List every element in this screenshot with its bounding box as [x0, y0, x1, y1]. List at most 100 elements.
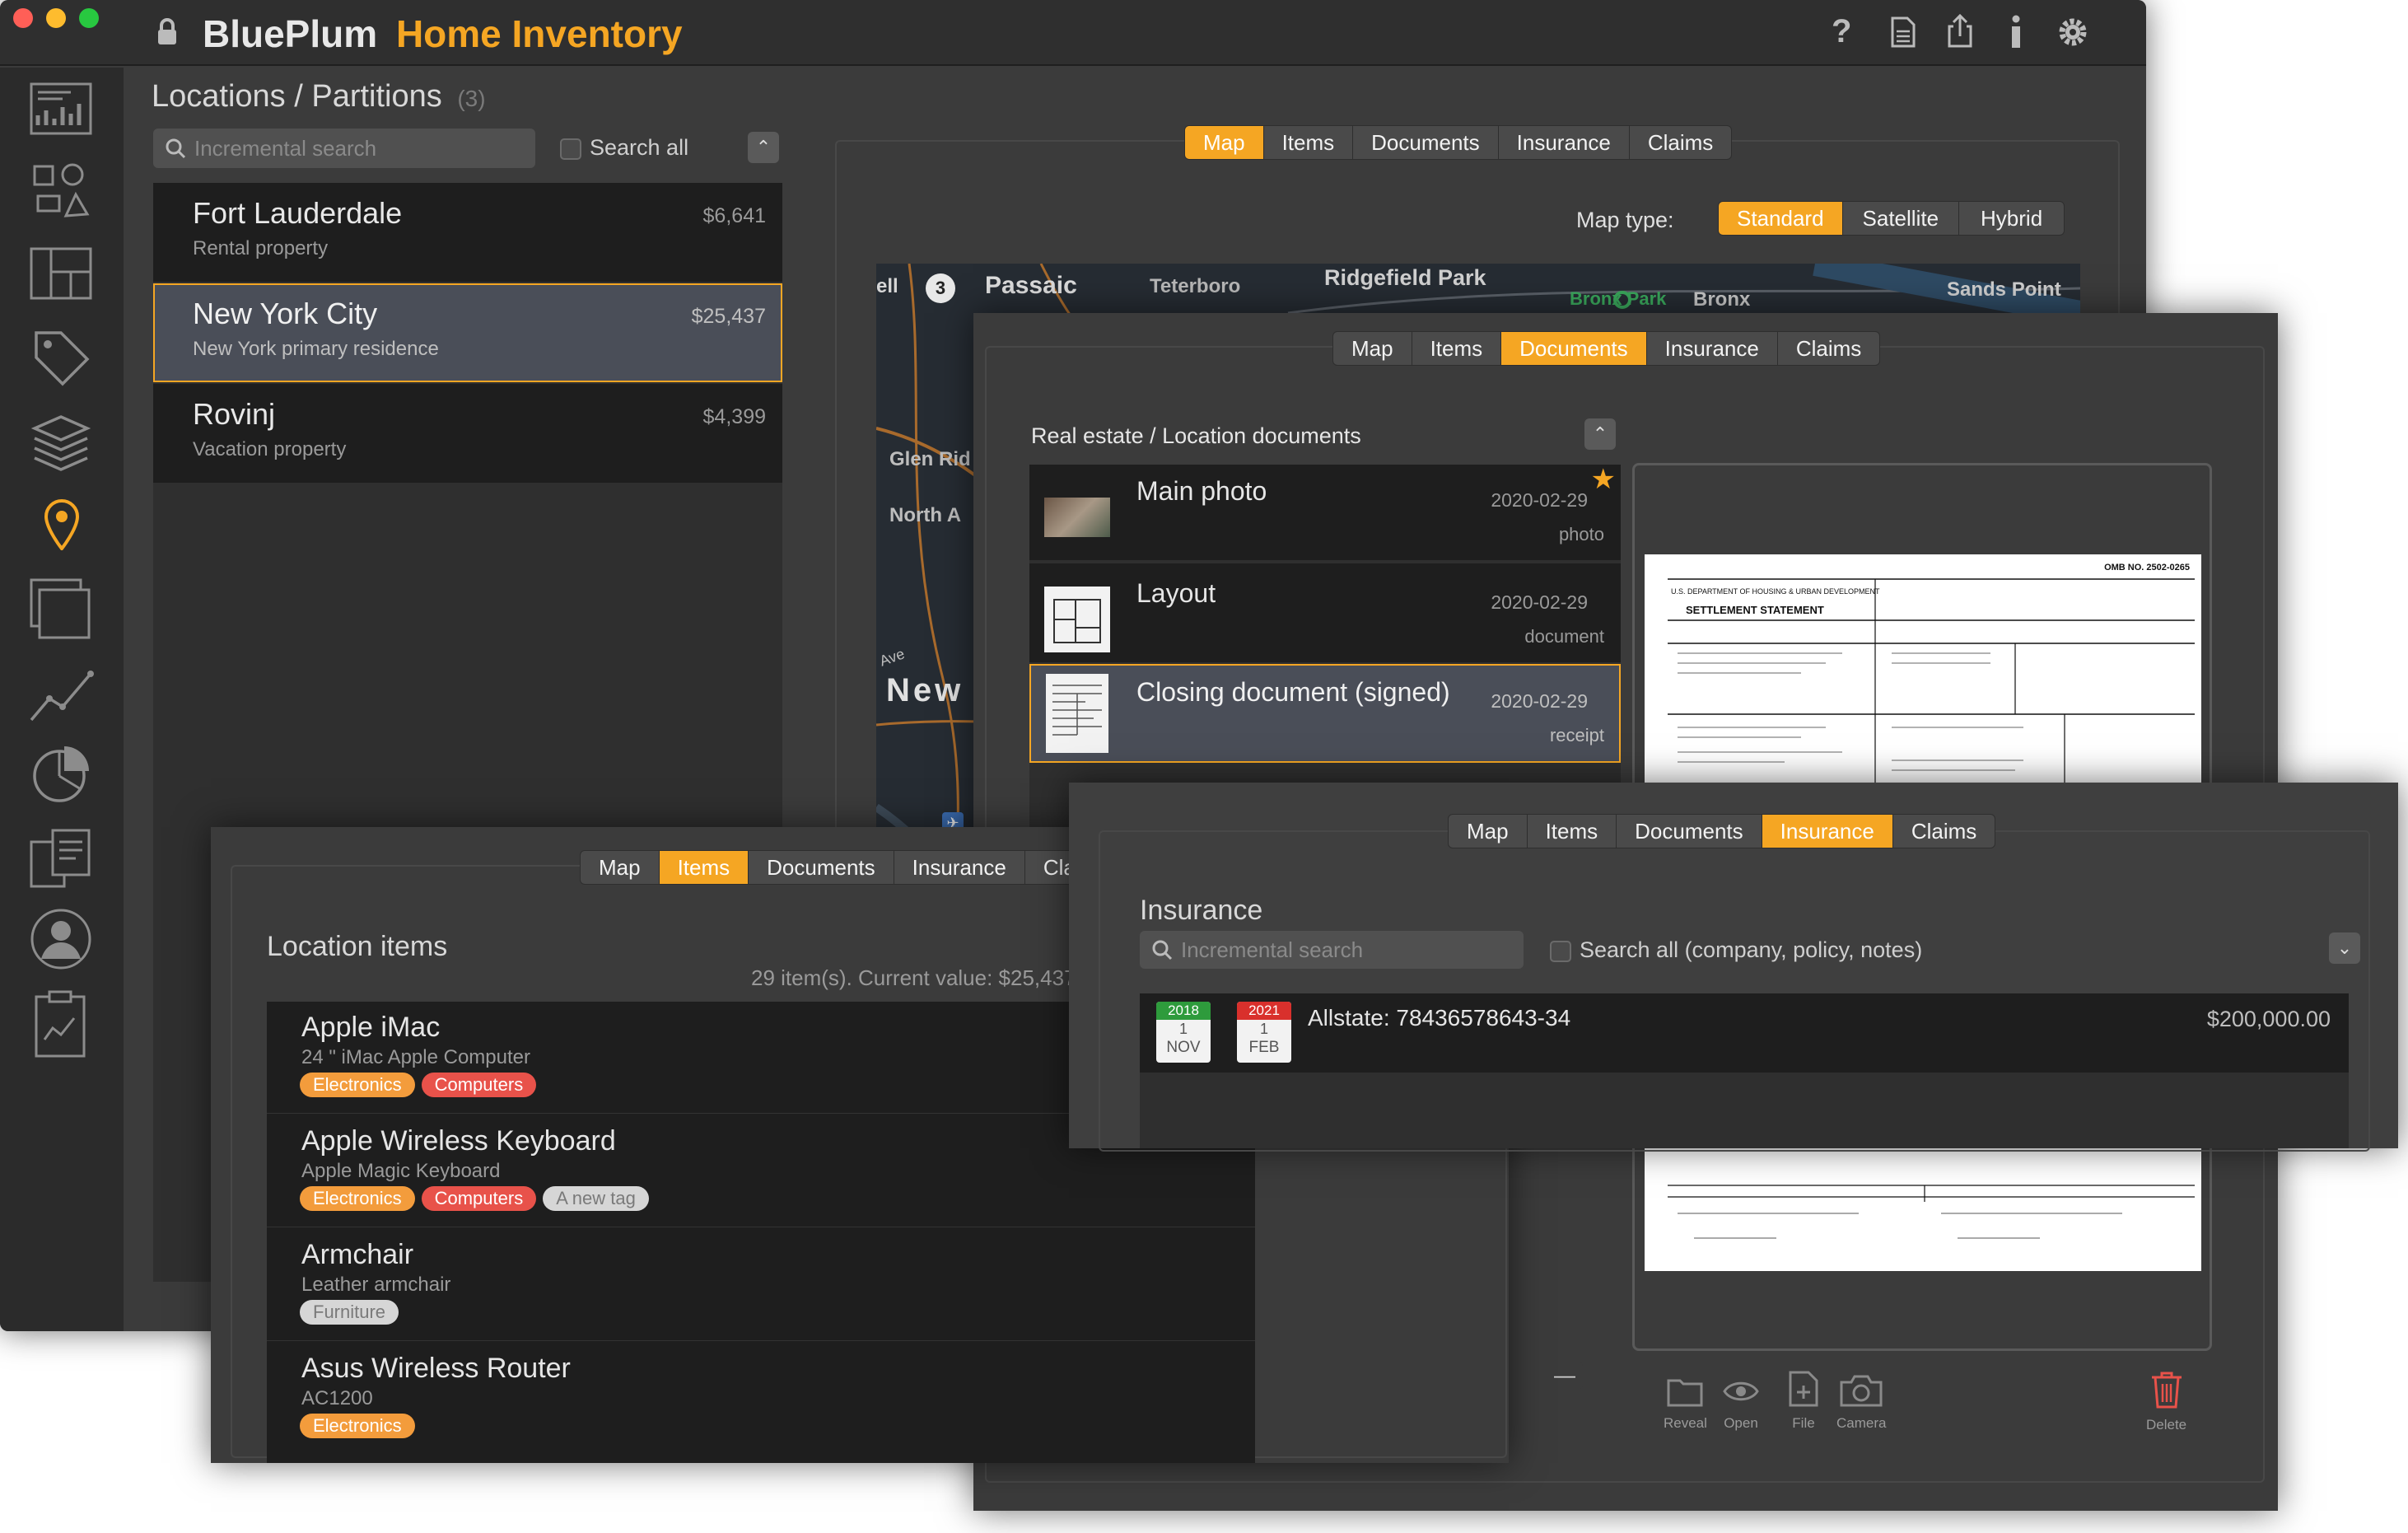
tag-icon[interactable] [33, 330, 91, 387]
user-icon[interactable] [30, 908, 92, 970]
share-icon[interactable] [1947, 13, 1973, 48]
tab-claims[interactable]: Claims [1630, 126, 1731, 159]
map-type-hybrid[interactable]: Hybrid [1959, 202, 2064, 235]
map-label: Bronx [1693, 288, 1751, 311]
insurance-search-input[interactable]: Incremental search [1140, 931, 1524, 969]
tab-items[interactable]: Items [659, 851, 749, 884]
camera-button[interactable]: Camera [1836, 1374, 1886, 1432]
help-icon[interactable]: ? [1832, 13, 1851, 50]
document-type: photo [1558, 524, 1604, 544]
tab-documents[interactable]: Documents [1501, 332, 1647, 365]
eye-icon [1723, 1381, 1759, 1401]
document-type: document [1524, 626, 1604, 647]
trash-icon [2151, 1372, 2182, 1409]
search-placeholder: Incremental search [194, 135, 377, 161]
receipts-icon[interactable] [28, 825, 94, 891]
tab-items[interactable]: Items [1264, 126, 1354, 159]
tag-badge[interactable]: Electronics [300, 1186, 415, 1211]
layers-icon[interactable] [31, 414, 91, 471]
collapse-button[interactable]: ⌃ [1584, 418, 1616, 450]
tag-badge[interactable]: Electronics [300, 1414, 415, 1438]
items-icon[interactable] [30, 158, 92, 224]
locations-count: (3) [457, 86, 486, 111]
tab-map[interactable]: Map [581, 851, 660, 884]
tab-claims[interactable]: Claims [1893, 815, 1995, 848]
tab-documents[interactable]: Documents [749, 851, 894, 884]
map-label: New [886, 672, 964, 708]
map-label: Sands Point [1947, 278, 2061, 301]
gear-icon[interactable] [2056, 15, 2090, 49]
locations-title: Locations / Partitions [152, 79, 442, 114]
tab-documents[interactable]: Documents [1353, 126, 1499, 159]
tab-insurance[interactable]: Insurance [1762, 815, 1893, 848]
product-name: Home Inventory [395, 12, 683, 55]
map-cluster-badge[interactable]: 3 [926, 273, 955, 303]
cluster-count: 3 [935, 278, 946, 298]
map-type-standard[interactable]: Standard [1719, 202, 1843, 235]
map-label: Passaic [985, 272, 1077, 299]
tag-badge[interactable]: Computers [421, 1073, 537, 1097]
star-icon[interactable]: ★ [1591, 463, 1616, 496]
title-bar: BluePlum Home Inventory ? [0, 0, 2146, 66]
pie-chart-icon[interactable] [31, 743, 92, 804]
delete-button[interactable]: Delete [2146, 1371, 2186, 1433]
tag-badge[interactable]: A new tag [543, 1186, 649, 1211]
file-button[interactable]: File [1789, 1371, 1818, 1432]
minimize-window-button[interactable] [46, 8, 66, 28]
locations-search-input[interactable]: Incremental search [153, 129, 535, 168]
new-file-icon [1789, 1371, 1818, 1407]
map-type-selector: Standard Satellite Hybrid [1718, 201, 2065, 236]
dashboard-icon[interactable] [30, 82, 92, 135]
list-item[interactable]: 2018 1 NOV 2021 1 FEB Allstate: 78436578… [1140, 993, 2349, 1073]
search-all-checkbox[interactable]: Search all [560, 135, 688, 161]
tab-insurance[interactable]: Insurance [1647, 332, 1778, 365]
tab-documents[interactable]: Documents [1617, 815, 1762, 848]
start-month: NOV [1166, 1039, 1201, 1056]
tag-badge[interactable]: Electronics [300, 1073, 415, 1097]
collapse-button[interactable]: ⌃ [748, 132, 779, 163]
search-icon [1152, 940, 1173, 960]
tab-insurance[interactable]: Insurance [1499, 126, 1630, 159]
location-name: Fort Lauderdale [193, 196, 403, 230]
list-item[interactable]: Armchair Leather armchair Furniture [267, 1229, 1255, 1341]
zoom-window-button[interactable] [79, 8, 99, 28]
map-type-satellite[interactable]: Satellite [1843, 202, 1960, 235]
reveal-button[interactable]: Reveal [1664, 1376, 1707, 1432]
tab-map[interactable]: Map [1185, 126, 1264, 159]
list-item[interactable]: Fort Lauderdale Rental property $6,641 [153, 183, 782, 282]
insurance-window: Map Items Documents Insurance Claims Ins… [1069, 783, 2398, 1152]
list-item[interactable]: Rovinj Vacation property $4,399 [153, 384, 782, 483]
end-day: 1 [1259, 1021, 1268, 1037]
document-name: Closing document (signed) [1136, 677, 1450, 707]
expand-button[interactable]: ⌄ [2329, 932, 2360, 964]
list-item[interactable]: Main photo 2020-02-29 photo ★ [1029, 463, 1621, 560]
tab-map[interactable]: Map [1333, 332, 1412, 365]
policy-amount: $200,000.00 [2206, 1007, 2331, 1031]
list-item[interactable]: Asus Wireless Router AC1200 Electronics [267, 1343, 1255, 1455]
list-item[interactable]: Layout 2020-02-29 document [1029, 563, 1621, 662]
list-item[interactable]: New York City New York primary residence… [153, 283, 782, 382]
location-name: Rovinj [193, 397, 276, 431]
chart-icon[interactable] [28, 662, 94, 725]
location-pin-icon[interactable] [43, 498, 81, 550]
clipboard-icon[interactable] [33, 990, 87, 1058]
tag-badge[interactable]: Computers [421, 1186, 537, 1211]
tab-insurance[interactable]: Insurance [894, 851, 1025, 884]
brand-name: BluePlum [203, 12, 378, 55]
tag-badge[interactable]: Furniture [300, 1300, 399, 1325]
open-button[interactable]: Open [1723, 1376, 1759, 1432]
info-icon[interactable] [2009, 15, 2023, 48]
close-window-button[interactable] [13, 8, 33, 28]
tab-items[interactable]: Items [1528, 815, 1617, 848]
photos-icon[interactable] [30, 578, 92, 641]
location-name: New York City [193, 297, 378, 330]
document-icon[interactable] [1891, 16, 1916, 48]
document-type: receipt [1549, 725, 1604, 745]
search-all-checkbox[interactable]: Search all (company, policy, notes) [1550, 937, 1922, 963]
rooms-icon[interactable] [30, 247, 92, 300]
tab-map[interactable]: Map [1449, 815, 1528, 848]
tab-items[interactable]: Items [1412, 332, 1502, 365]
list-item[interactable]: Closing document (signed) 2020-02-29 rec… [1029, 664, 1621, 763]
tab-claims[interactable]: Claims [1778, 332, 1879, 365]
minus-button[interactable]: — [1547, 1362, 1583, 1389]
